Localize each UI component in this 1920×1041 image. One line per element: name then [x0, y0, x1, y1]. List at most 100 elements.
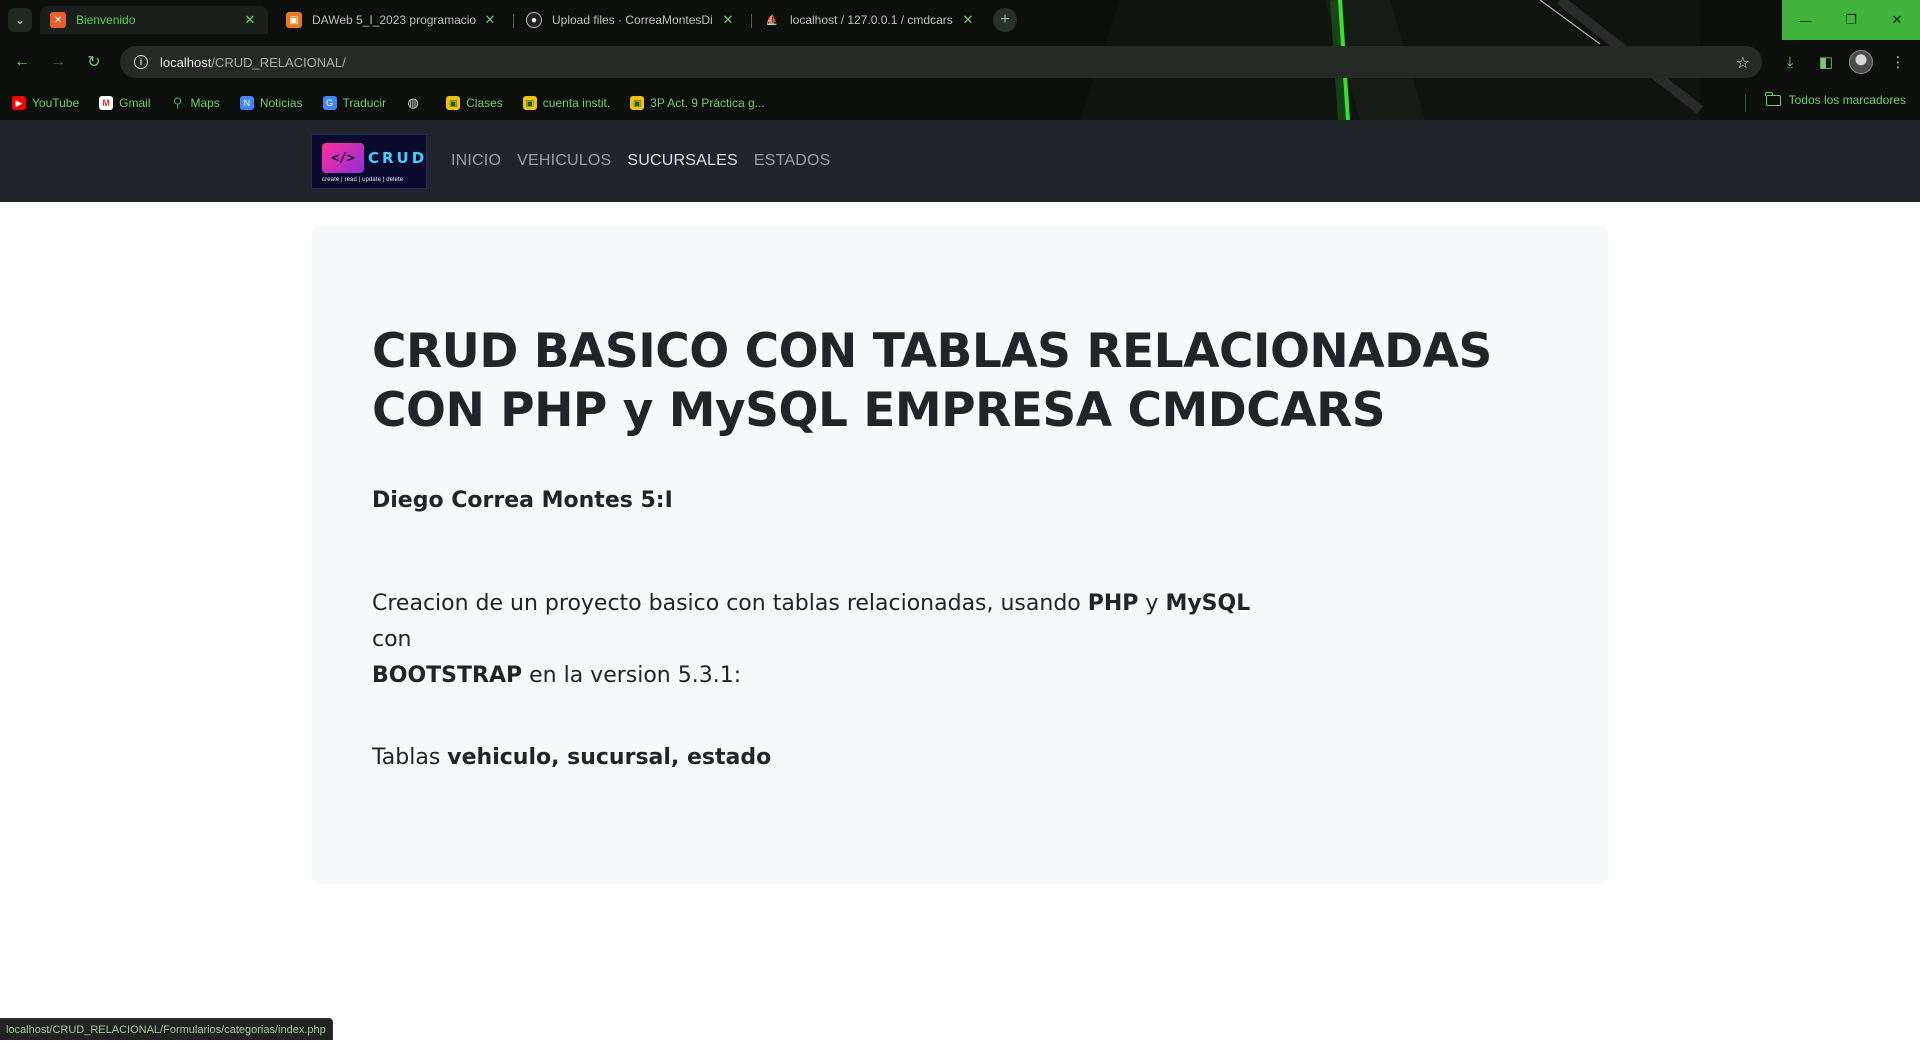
all-bookmarks-button[interactable]: Todos los marcadores — [1765, 91, 1906, 107]
tables-prefix: Tablas — [372, 745, 448, 770]
bookmark-label: 3P Act. 9 Práctica g... — [650, 96, 765, 110]
bookmark-maps[interactable]: ⚲ Maps — [171, 95, 220, 110]
close-tab-icon[interactable]: ✕ — [960, 12, 976, 28]
bookmark-gmail[interactable]: M Gmail — [99, 96, 151, 110]
bookmarks-divider — [1745, 94, 1746, 112]
link-status-bar: localhost/CRUD_RELACIONAL/Formularios/ca… — [0, 1018, 333, 1040]
bookmark-3p-act[interactable]: ▣ 3P Act. 9 Práctica g... — [630, 96, 765, 110]
bookmarks-bar: ▶ YouTube M Gmail ⚲ Maps N Noticias G Traduci… — [0, 86, 1920, 120]
classroom-icon: ▣ — [630, 96, 645, 110]
reload-button[interactable]: ↻ — [82, 50, 106, 74]
gmail-icon: M — [99, 96, 114, 110]
side-panel-icon: ◧ — [1818, 54, 1834, 71]
xampp-favicon-icon: ✕ — [50, 12, 66, 28]
project-description: Creacion de un proyecto basico con tabla… — [372, 586, 1292, 694]
profile-avatar[interactable] — [1849, 50, 1873, 74]
tech-mysql: MySQL — [1165, 591, 1251, 616]
arrow-right-icon: → — [50, 53, 66, 70]
bookmark-clases[interactable]: ▣ Clases — [446, 96, 503, 110]
tab-title: Upload files · CorreaMontesDi — [552, 13, 713, 27]
tab-title: Bienvenido — [76, 13, 136, 27]
classroom-icon: ▣ — [446, 96, 461, 110]
tab-separator — [751, 14, 752, 28]
site-info-icon[interactable]: i — [134, 55, 148, 69]
nav-link-estados[interactable]: ESTADOS — [754, 152, 831, 170]
nav-links: INICIO VEHICULOS SUCURSALES ESTADOS — [451, 120, 847, 202]
close-window-button[interactable]: ✕ — [1874, 0, 1920, 40]
new-tab-button[interactable]: + — [993, 8, 1017, 32]
page-title: CRUD BASICO CON TABLAS RELACIONADAS CON … — [372, 324, 1492, 438]
close-tab-icon[interactable]: ✕ — [482, 12, 498, 28]
minimize-icon: — — [1798, 12, 1812, 28]
code-icon: </> — [322, 143, 364, 173]
forward-button[interactable]: → — [46, 50, 70, 74]
globe-icon: ◍ — [407, 95, 419, 110]
site-navbar: </> CRUD create | read | update | delete… — [0, 120, 1920, 202]
close-tab-icon[interactable]: ✕ — [720, 12, 736, 28]
bookmark-youtube[interactable]: ▶ YouTube — [12, 96, 79, 110]
author-name: Diego Correa Montes 5:I — [372, 488, 673, 513]
tab-daweb[interactable]: ▣ DAWeb 5_I_2023 programacion ✕ — [276, 6, 508, 34]
description-text: con — [372, 627, 412, 652]
minimize-button[interactable]: — — [1782, 0, 1828, 40]
tab-bienvenido[interactable]: ✕ Bienvenido ✕ — [40, 6, 268, 34]
nav-link-inicio[interactable]: INICIO — [451, 152, 501, 170]
description-text: Creacion de un proyecto basico con tabla… — [372, 591, 1088, 616]
bookmark-label: cuenta instit. — [542, 96, 611, 110]
side-panel-button[interactable]: ◧ — [1814, 50, 1838, 74]
translate-icon: G — [322, 96, 337, 110]
phpmyadmin-favicon-icon: ⛵ — [765, 14, 779, 26]
close-tab-icon[interactable]: ✕ — [242, 12, 258, 28]
maps-pin-icon: ⚲ — [172, 95, 183, 110]
tab-search-button[interactable]: ⌄ — [8, 8, 32, 32]
address-host: localhost — [160, 54, 212, 70]
tab-github-upload[interactable]: ● Upload files · CorreaMontesDi ✕ — [516, 6, 746, 34]
bookmark-label: Maps — [190, 96, 220, 110]
menu-button[interactable]: ⋮ — [1886, 50, 1910, 74]
address-bar[interactable]: i localhost/CRUD_RELACIONAL/ ☆ — [120, 46, 1762, 78]
bookmark-label: Traducir — [342, 96, 387, 110]
address-path: /CRUD_RELACIONAL/ — [211, 54, 346, 70]
kebab-menu-icon: ⋮ — [1890, 54, 1906, 71]
bookmark-star-icon[interactable]: ☆ — [1736, 53, 1750, 73]
restore-button[interactable]: ❐ — [1828, 0, 1874, 40]
bookmark-noticias[interactable]: N Noticias — [239, 96, 303, 110]
back-button[interactable]: ← — [10, 50, 34, 74]
tab-phpmyadmin[interactable]: ⛵ localhost / 127.0.0.1 / cmdcars ✕ — [754, 6, 986, 34]
jumbotron: CRUD BASICO CON TABLAS RELACIONADAS CON … — [312, 226, 1608, 884]
download-icon: ⤓ — [1786, 53, 1794, 71]
logo-tagline: create | read | update | delete — [322, 177, 404, 183]
tables-names: vehiculo, sucursal, estado — [447, 745, 772, 770]
browser-chrome: ⌄ ✕ Bienvenido ✕ ▣ DAWeb 5_I_2023 progra… — [0, 0, 1920, 120]
nav-link-vehiculos[interactable]: VEHICULOS — [517, 152, 611, 170]
bookmark-label: Noticias — [259, 96, 303, 110]
bookmark-label: YouTube — [32, 96, 80, 110]
youtube-icon: ▶ — [12, 96, 26, 110]
downloads-button[interactable]: ⤓ — [1778, 50, 1802, 74]
arrow-left-icon: ← — [14, 53, 30, 70]
tab-strip: ⌄ ✕ Bienvenido ✕ ▣ DAWeb 5_I_2023 progra… — [0, 0, 1920, 40]
bookmark-globe[interactable]: ◍ — [406, 95, 426, 110]
reload-icon: ↻ — [87, 54, 101, 71]
tab-separator — [513, 14, 514, 28]
nav-link-sucursales[interactable]: SUCURSALES — [627, 152, 737, 170]
bookmark-label: Gmail — [119, 96, 151, 110]
close-icon: ✕ — [1891, 12, 1903, 27]
description-text: y — [1138, 591, 1166, 616]
tab-title: DAWeb 5_I_2023 programacion — [312, 13, 476, 27]
plus-icon: + — [1000, 11, 1010, 28]
page-viewport: </> CRUD create | read | update | delete… — [0, 120, 1920, 1041]
tech-php: PHP — [1087, 591, 1139, 616]
folder-icon — [1765, 91, 1781, 106]
tech-bootstrap: BOOTSTRAP — [372, 663, 523, 688]
tables-list: Tablas vehiculo, sucursal, estado — [372, 745, 771, 770]
crud-logo[interactable]: </> CRUD create | read | update | delete — [311, 134, 427, 189]
all-bookmarks-label: Todos los marcadores — [1788, 93, 1906, 107]
restore-icon: ❐ — [1845, 12, 1857, 27]
browser-toolbar: ← → ↻ i localhost/CRUD_RELACIONAL/ ☆ ⤓ ◧… — [0, 40, 1920, 86]
tab-title: localhost / 127.0.0.1 / cmdcars — [790, 13, 953, 27]
bookmark-cuenta[interactable]: ▣ cuenta instit. — [522, 96, 611, 110]
github-favicon-icon: ● — [526, 12, 542, 28]
bookmark-traducir[interactable]: G Traducir — [322, 96, 387, 110]
news-icon: N — [239, 96, 254, 110]
